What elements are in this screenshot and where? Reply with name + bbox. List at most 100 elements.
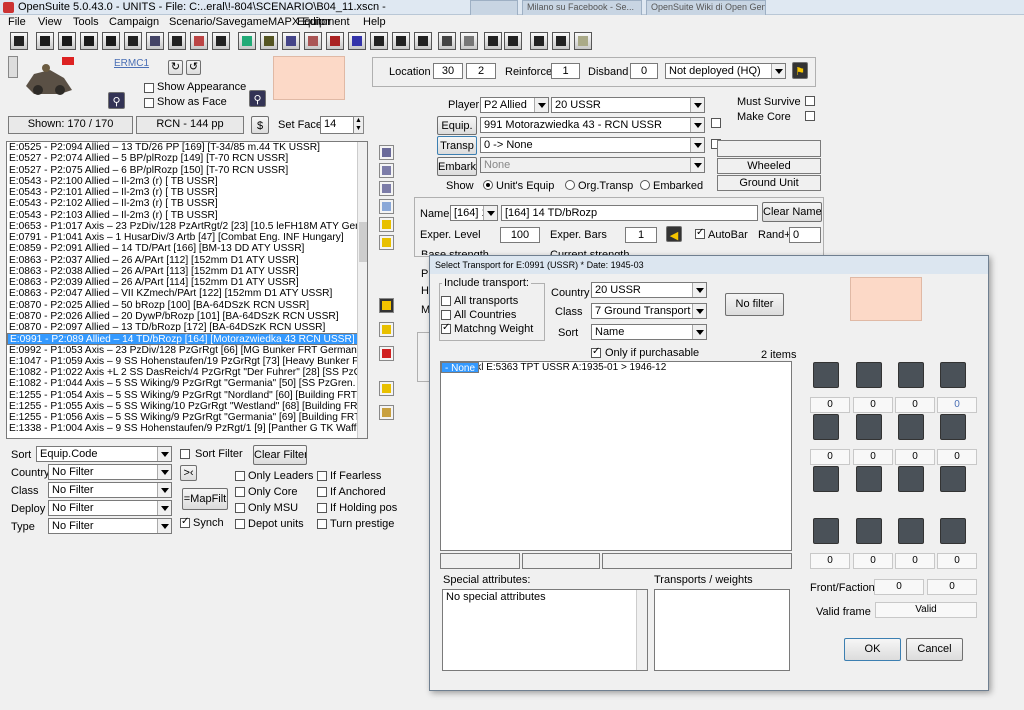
unit-list-row[interactable]: E:0863 - P2:039 Allied – 26 A/PArt [114]…	[7, 277, 367, 288]
name-code-select[interactable]: [164] 1‹	[450, 205, 498, 221]
toolbar-confirm-button[interactable]	[370, 32, 388, 50]
depot-units-checkbox[interactable]	[235, 519, 245, 529]
clear-filter-button[interactable]: Clear Filter	[253, 445, 307, 465]
toolbar-scenario-edit-button[interactable]	[102, 32, 120, 50]
toolbar-print-button[interactable]	[168, 32, 186, 50]
location-x-input[interactable]: 30	[433, 63, 463, 79]
toolbar-extra-button[interactable]	[552, 32, 570, 50]
unit-list-row[interactable]: E:0527 - P2:074 Allied – 5 BP/plRozp [14…	[7, 153, 367, 164]
transp-button[interactable]: Transp	[437, 136, 477, 155]
make-core-checkbox[interactable]	[805, 111, 815, 121]
autobar-checkbox[interactable]	[695, 227, 705, 239]
country-select[interactable]: 20 USSR	[551, 97, 705, 113]
if-anchored-checkbox[interactable]	[317, 487, 327, 497]
toolbar-flag-button[interactable]	[238, 32, 256, 50]
turn-prestige-checkbox[interactable]	[317, 519, 327, 529]
must-survive-checkbox[interactable]	[805, 96, 815, 106]
show-appearance-checkbox[interactable]	[144, 83, 154, 93]
only-purchasable-checkbox[interactable]	[591, 346, 601, 358]
menu-tools[interactable]: Tools	[73, 16, 99, 28]
unit-list-row[interactable]: E:0527 - P2:075 Allied – 6 BP/plRozp [15…	[7, 165, 367, 176]
refresh-button[interactable]	[379, 199, 394, 214]
matching-weight-checkbox[interactable]	[441, 322, 451, 334]
toolbar-load-button[interactable]	[58, 32, 76, 50]
menu-help[interactable]: Help	[363, 16, 386, 28]
sort-select[interactable]: Equip.Code	[36, 446, 172, 462]
unit-list-row[interactable]: E:0543 - P2:103 Allied – Il-2m3 (r) [ TB…	[7, 210, 367, 221]
toolbar-calendar-button[interactable]	[484, 32, 502, 50]
unit-list-row[interactable]: E:1082 - P1:022 Axis +L 2 SS DasReich/4 …	[7, 367, 367, 378]
unit-link[interactable]: ERMC1	[114, 58, 149, 69]
toolbar-scenario-button[interactable]	[80, 32, 98, 50]
reinforce-input[interactable]: 1	[551, 63, 580, 79]
type-filter-select[interactable]: No Filter	[48, 518, 172, 534]
radio-org-transp[interactable]	[565, 180, 575, 190]
rand-input[interactable]: 0	[789, 227, 821, 243]
toolbar-save-button[interactable]	[36, 32, 54, 50]
duplicate-button[interactable]	[379, 322, 394, 337]
show-as-face-checkbox[interactable]	[144, 98, 154, 108]
transp-select[interactable]: 0 -> None	[480, 137, 705, 153]
unit-list-row[interactable]: E:0543 - P2:101 Allied – Il-2m3 (r) [ TB…	[7, 187, 367, 198]
menu-file[interactable]: File	[8, 16, 26, 28]
sort-filter-checkbox[interactable]	[180, 449, 190, 459]
exper-level-input[interactable]: 100	[500, 227, 540, 243]
scroll-thumb[interactable]	[359, 222, 367, 262]
if-holding-checkbox[interactable]	[317, 503, 327, 513]
class-filter-select[interactable]: No Filter	[48, 482, 172, 498]
unit-list-row[interactable]: E:1255 - P1:054 Axis – 5 SS Wiking/9 PzG…	[7, 390, 367, 401]
radio-embarked[interactable]	[640, 180, 650, 190]
no-filter-button[interactable]: No filter	[725, 293, 784, 316]
only-leaders-checkbox[interactable]	[235, 471, 245, 481]
unit-list-row[interactable]: E:1047 - P1:059 Axis – 9 SS Hohenstaufen…	[7, 356, 367, 367]
toolbar-wizard-button[interactable]	[438, 32, 456, 50]
browser-tab-3[interactable]: OpenSuite Wiki di Open Gene...	[646, 0, 766, 15]
transport-list-row[interactable]: - None	[441, 362, 480, 373]
embark-select[interactable]: None	[480, 157, 705, 173]
unit-list-row[interactable]: E:0992 - P1:053 Axis – 23 PzDiv/128 PzGr…	[7, 345, 367, 356]
clear-name-button[interactable]: Clear Name	[762, 202, 822, 222]
name-input[interactable]: [164] 14 TD/bRozp	[501, 205, 758, 221]
toolbar-edit-button[interactable]	[392, 32, 410, 50]
medal-button[interactable]	[379, 381, 394, 396]
unit-list-row[interactable]: E:0863 - P2:037 Allied – 26 A/PArt [112]…	[7, 255, 367, 266]
arrow-toggle-button[interactable]: >‹	[180, 465, 197, 481]
equip-lock-checkbox[interactable]	[711, 118, 721, 128]
unit-list[interactable]: E:0525 - P2:094 Allied – 13 TD/26 PP [16…	[6, 141, 368, 439]
menu-scenario[interactable]: Scenario/Savegame	[169, 16, 268, 28]
player-select[interactable]: P2 Allied	[480, 97, 549, 113]
transport-list[interactable]: - None Motocykl E:5363 TPT USSR A:1935-01…	[440, 361, 792, 551]
toolbar-delete-all-button[interactable]	[326, 32, 344, 50]
toolbar-stamp-button[interactable]	[460, 32, 478, 50]
location-y-input[interactable]: 2	[466, 63, 496, 79]
unit-list-row[interactable]: E:0991 - P2:089 Allied – 14 TD/bRozp [16…	[7, 333, 359, 345]
toolbar-units-1-button[interactable]	[190, 32, 208, 50]
toolbar-help-card-button[interactable]	[530, 32, 548, 50]
embark-button[interactable]: Embark	[437, 157, 477, 176]
unit-scroll-handle[interactable]	[8, 56, 18, 78]
unit-list-row[interactable]: E:1082 - P1:044 Axis – 5 SS Wiking/9 PzG…	[7, 378, 367, 389]
unit-list-row[interactable]: E:0870 - P2:025 Allied – 50 bRozp [100] …	[7, 300, 367, 311]
unit-list-row[interactable]: E:0543 - P2:102 Allied – Il-2m3 (r) [ TB…	[7, 198, 367, 209]
unit-list-row[interactable]: E:0870 - P2:026 Allied – 20 DywP/bRozp […	[7, 311, 367, 322]
toolbar-weather-button[interactable]	[282, 32, 300, 50]
unit-list-row[interactable]: E:1255 - P1:056 Axis – 5 SS Wiking/9 PzG…	[7, 412, 367, 423]
deploy-filter-select[interactable]: No Filter	[48, 500, 172, 516]
dialog-sort-select[interactable]: Name	[591, 324, 707, 340]
menu-campaign[interactable]: Campaign	[109, 16, 159, 28]
delete-unit-button[interactable]	[379, 346, 394, 361]
browser-tab-2[interactable]: Milano su Facebook - Se...	[522, 0, 642, 15]
unit-list-scrollbar[interactable]	[357, 142, 367, 438]
move-down-button[interactable]	[379, 235, 394, 250]
locate-button[interactable]: ⚑	[792, 62, 808, 79]
copy-button[interactable]	[379, 163, 394, 178]
add-unit-button[interactable]	[379, 298, 394, 313]
dialog-class-select[interactable]: 7 Ground Transport	[591, 303, 707, 319]
zoom-left-button[interactable]: ⚲	[108, 92, 125, 109]
equip-select[interactable]: 991 Motorazwiedka 43 - RCN USSR	[480, 117, 705, 133]
rank-button[interactable]	[379, 405, 394, 420]
unit-list-row[interactable]: E:0863 - P2:038 Allied – 26 A/PArt [113]…	[7, 266, 367, 277]
cut-button[interactable]	[379, 145, 394, 160]
unit-list-row[interactable]: E:0791 - P1:041 Axis – 1 HusarDiv/3 Artb…	[7, 232, 367, 243]
toolbar-import-button[interactable]	[146, 32, 164, 50]
